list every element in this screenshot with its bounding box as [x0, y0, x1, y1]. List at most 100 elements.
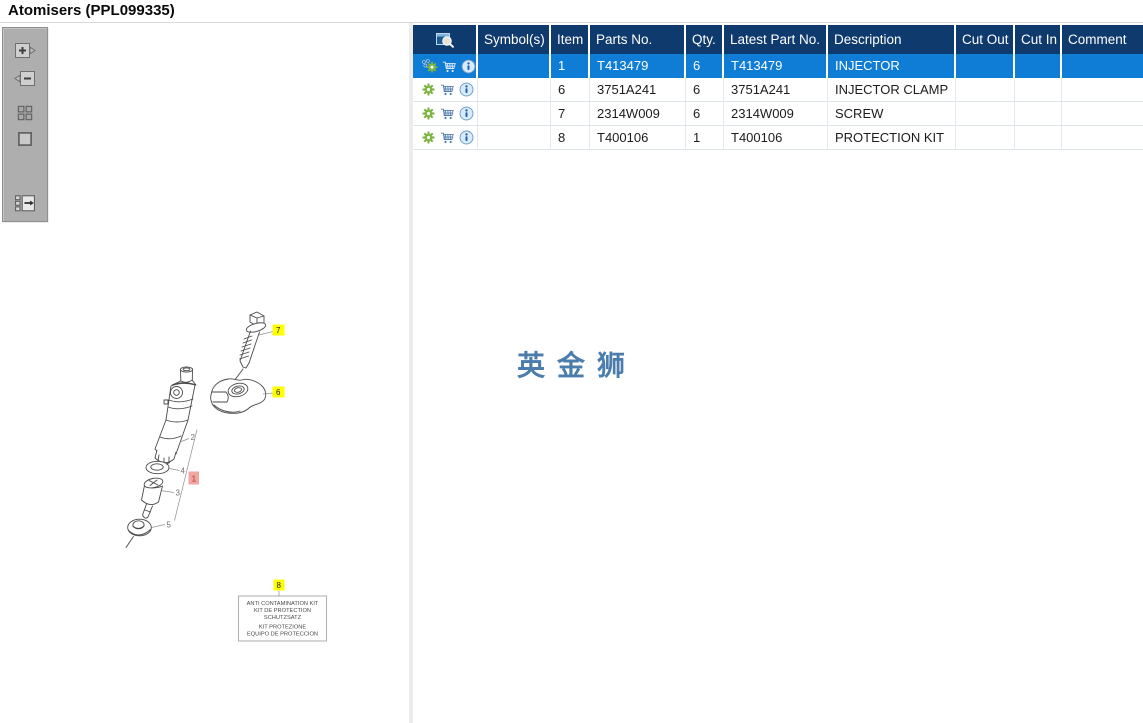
callout-3[interactable]: 3 — [176, 489, 181, 498]
bolt-drawing — [230, 311, 267, 386]
cell-parts-no[interactable]: 3751A241 — [590, 78, 686, 102]
callout-8-highlight[interactable]: 8 — [273, 579, 285, 591]
cell-item[interactable]: 7 — [551, 102, 590, 126]
window-titlebar: Atomisers (PPL099335) — [0, 0, 1143, 22]
cell-latest-part-no[interactable]: T400106 — [724, 126, 828, 150]
washer-5-drawing — [125, 518, 152, 548]
toggle-parts-list-button[interactable] — [11, 192, 39, 214]
column-header-qty[interactable]: Qty. — [686, 25, 724, 54]
zoom-out-icon — [12, 69, 38, 89]
cell-symbols[interactable] — [478, 102, 551, 126]
column-header-symbols[interactable]: Symbol(s) — [478, 25, 551, 54]
cell-cut-in[interactable] — [1015, 102, 1062, 126]
callout-1: 1 — [192, 474, 197, 484]
injector-exploded-diagram: 2 4 3 5 7 6 8 1 ANTI CONTAMINATION KIT K… — [125, 311, 327, 642]
info-icon[interactable] — [461, 59, 476, 74]
fit-view-icon — [12, 129, 38, 149]
column-header-latest-part-no[interactable]: Latest Part No. — [724, 25, 828, 54]
cell-symbols[interactable] — [478, 54, 551, 78]
washer-4-drawing — [145, 460, 170, 475]
cell-comment[interactable] — [1062, 126, 1143, 150]
cart-icon[interactable] — [440, 106, 455, 121]
diagram-toolbar — [2, 27, 48, 222]
column-header-description[interactable]: Description — [828, 25, 956, 54]
info-icon[interactable] — [459, 130, 474, 145]
row-actions — [413, 102, 478, 126]
cell-qty[interactable]: 6 — [686, 54, 724, 78]
cell-cut-out[interactable] — [956, 126, 1015, 150]
cart-icon[interactable] — [440, 82, 455, 97]
callout-5[interactable]: 5 — [167, 521, 172, 530]
callout-4[interactable]: 4 — [181, 467, 186, 476]
callout-6: 6 — [276, 388, 281, 397]
column-header-preview[interactable] — [413, 25, 478, 54]
cell-description[interactable]: INJECTOR — [828, 54, 956, 78]
cell-item[interactable]: 1 — [551, 54, 590, 78]
info-icon[interactable] — [459, 82, 474, 97]
callout-6-highlight[interactable]: 6 — [272, 386, 285, 398]
cart-icon[interactable] — [440, 130, 455, 145]
callout-7: 7 — [276, 326, 281, 335]
gear-icon[interactable] — [421, 82, 436, 97]
preview-search-icon — [435, 31, 455, 49]
zoom-out-button[interactable] — [11, 68, 39, 90]
row-actions — [413, 78, 478, 102]
cell-description[interactable]: INJECTOR CLAMP — [828, 78, 956, 102]
column-header-comment[interactable]: Comment — [1062, 25, 1143, 54]
symbol-gear-icon[interactable] — [421, 59, 438, 74]
tile-view-icon — [12, 103, 38, 123]
kit-line-4: KIT PROTEZIONE — [259, 625, 307, 631]
tile-view-button[interactable] — [11, 102, 39, 124]
cell-cut-out[interactable] — [956, 78, 1015, 102]
zoom-in-icon — [12, 41, 38, 61]
cell-symbols[interactable] — [478, 78, 551, 102]
cell-latest-part-no[interactable]: 3751A241 — [724, 78, 828, 102]
cell-description[interactable]: SCREW — [828, 102, 956, 126]
cell-qty[interactable]: 6 — [686, 102, 724, 126]
kit-line-2: KIT DE PROTECTION — [254, 608, 311, 614]
cell-comment[interactable] — [1062, 78, 1143, 102]
zoom-in-button[interactable] — [11, 40, 39, 62]
callout-2[interactable]: 2 — [191, 433, 196, 442]
cell-parts-no[interactable]: T400106 — [590, 126, 686, 150]
gear-icon[interactable] — [421, 130, 436, 145]
fit-view-button[interactable] — [11, 128, 39, 150]
cell-cut-in[interactable] — [1015, 126, 1062, 150]
parts-table: Symbol(s) Item Parts No. Qty. Latest Par… — [413, 25, 1143, 150]
info-icon[interactable] — [459, 106, 474, 121]
kit-label-box: ANTI CONTAMINATION KIT KIT DE PROTECTION… — [238, 595, 327, 642]
cart-icon[interactable] — [442, 59, 457, 74]
cell-symbols[interactable] — [478, 126, 551, 150]
watermark: 英金狮 — [517, 350, 638, 381]
cell-comment[interactable] — [1062, 54, 1143, 78]
cell-description[interactable]: PROTECTION KIT — [828, 126, 956, 150]
cell-latest-part-no[interactable]: T413479 — [724, 54, 828, 78]
cell-parts-no[interactable]: T413479 — [590, 54, 686, 78]
cell-item[interactable]: 6 — [551, 78, 590, 102]
leader-lines — [151, 331, 280, 596]
column-header-cut-in[interactable]: Cut In — [1015, 25, 1062, 54]
kit-line-3: SCHUTZSATZ — [264, 615, 302, 621]
callout-1-selected[interactable]: 1 — [188, 471, 200, 485]
cell-cut-out[interactable] — [956, 54, 1015, 78]
cell-item[interactable]: 8 — [551, 126, 590, 150]
kit-line-5: EQUIPO DE PROTECCION — [247, 632, 318, 638]
row-actions — [413, 126, 478, 150]
clamp-drawing — [210, 378, 267, 414]
gear-icon[interactable] — [421, 106, 436, 121]
cell-cut-in[interactable] — [1015, 54, 1062, 78]
cell-latest-part-no[interactable]: 2314W009 — [724, 102, 828, 126]
callout-7-highlight[interactable]: 7 — [272, 324, 285, 336]
column-header-item[interactable]: Item — [551, 25, 590, 54]
cell-comment[interactable] — [1062, 102, 1143, 126]
cell-qty[interactable]: 1 — [686, 126, 724, 150]
toggle-parts-list-icon — [12, 193, 38, 213]
title-divider — [0, 22, 1143, 23]
column-header-cut-out[interactable]: Cut Out — [956, 25, 1015, 54]
cell-cut-in[interactable] — [1015, 78, 1062, 102]
cell-parts-no[interactable]: 2314W009 — [590, 102, 686, 126]
row-actions — [413, 54, 478, 78]
cell-cut-out[interactable] — [956, 102, 1015, 126]
column-header-parts-no[interactable]: Parts No. — [590, 25, 686, 54]
cell-qty[interactable]: 6 — [686, 78, 724, 102]
